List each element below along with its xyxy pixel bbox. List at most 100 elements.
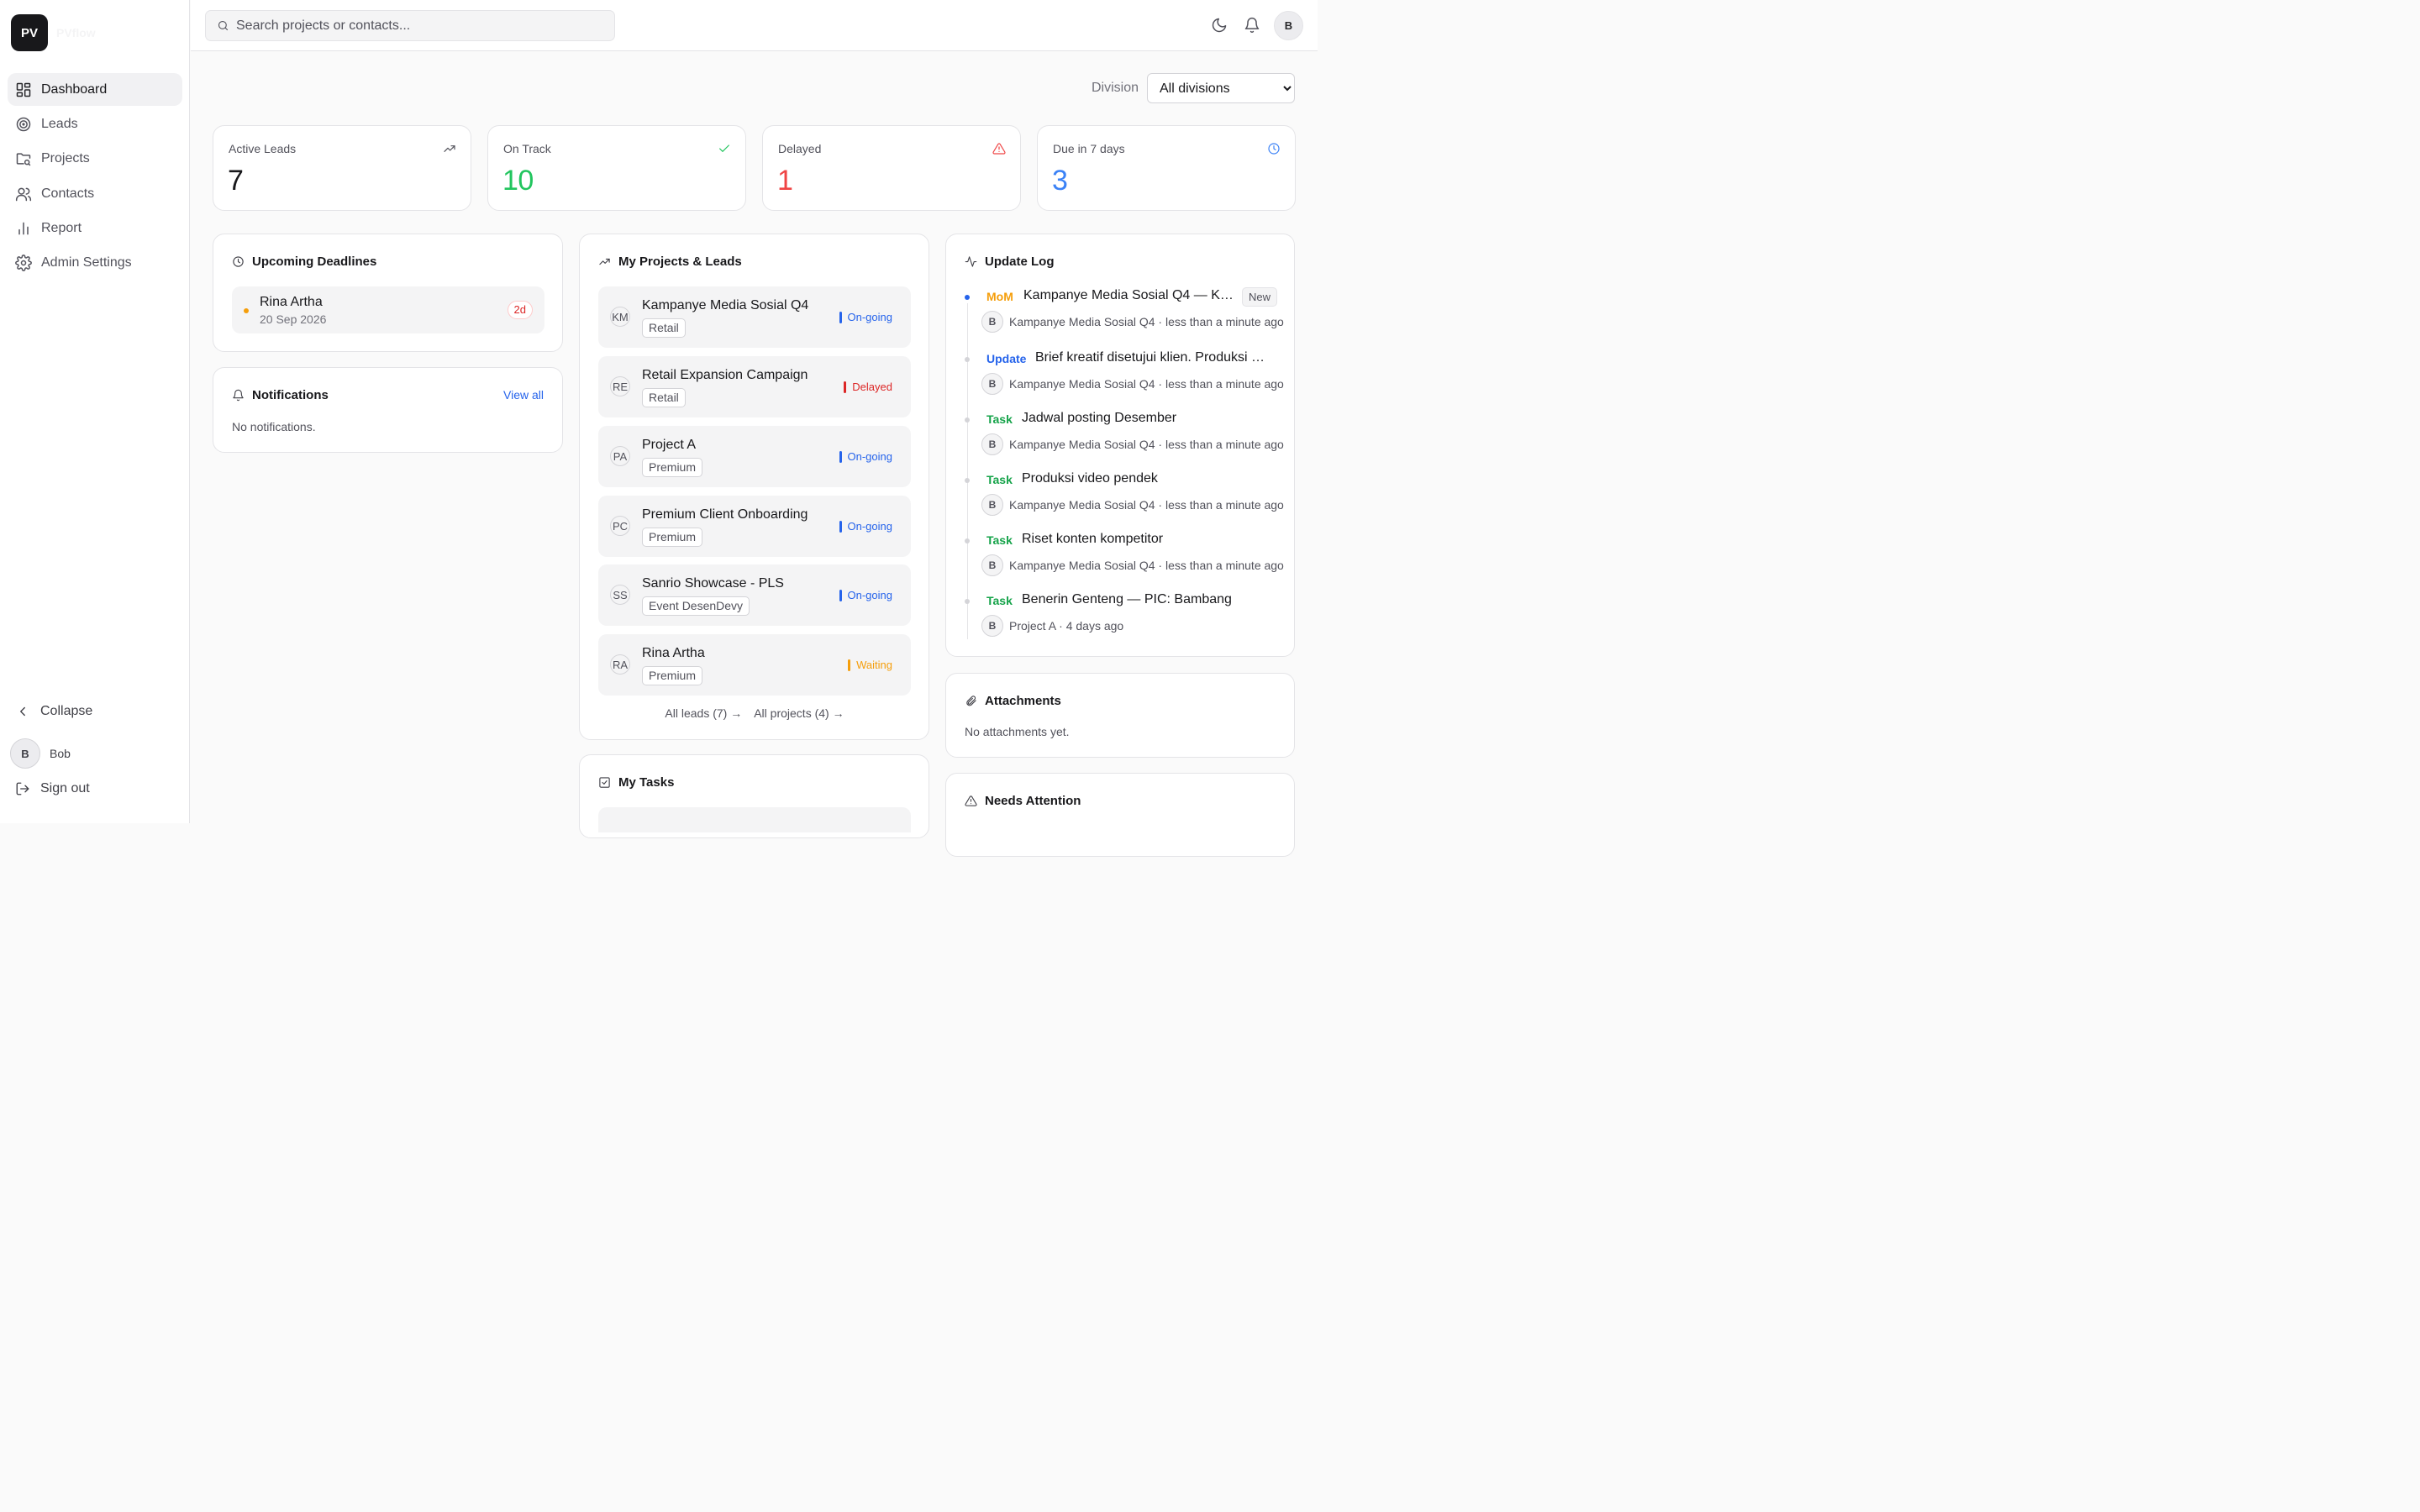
bell-icon[interactable] bbox=[1244, 17, 1260, 34]
check-icon bbox=[719, 144, 729, 152]
timeline-dot bbox=[965, 599, 970, 604]
status-text: On-going bbox=[847, 520, 892, 533]
log-title: Produksi video pendek bbox=[1022, 471, 1158, 486]
project-avatar: RA bbox=[610, 654, 630, 675]
log-meta: Kampanye Media Sosial Q4 · less than a m… bbox=[1009, 377, 1284, 391]
log-entry[interactable]: Task Riset konten kompetitor B Kampanye … bbox=[965, 532, 1284, 584]
log-title: Benerin Genteng — PIC: Bambang bbox=[1022, 592, 1232, 606]
project-avatar: PC bbox=[610, 516, 630, 536]
project-item[interactable]: SS Sanrio Showcase - PLS Event DesenDevy… bbox=[598, 564, 911, 626]
project-name: Project A bbox=[642, 438, 697, 452]
brand-logo: PV bbox=[11, 14, 48, 51]
avatar: B bbox=[981, 494, 1003, 516]
project-avatar: KM bbox=[610, 307, 630, 327]
project-item[interactable]: RE Retail Expansion Campaign Retail Dela… bbox=[598, 356, 911, 417]
project-tag: Event DesenDevy bbox=[642, 596, 750, 616]
sidebar-item-leads[interactable]: Leads bbox=[8, 108, 182, 140]
log-meta: Kampanye Media Sosial Q4 · less than a m… bbox=[1009, 498, 1284, 512]
moon-icon[interactable] bbox=[1211, 17, 1228, 34]
project-avatar: PA bbox=[610, 446, 630, 466]
alert-triangle-icon bbox=[992, 143, 1006, 155]
log-meta: Kampanye Media Sosial Q4 · less than a m… bbox=[1009, 438, 1284, 451]
brand[interactable]: PV PVflow bbox=[11, 14, 96, 51]
sign-out-label: Sign out bbox=[40, 781, 90, 795]
project-tag: Premium bbox=[642, 666, 703, 685]
stat-card-active-leads: Active Leads 7 bbox=[213, 125, 471, 211]
search-icon bbox=[218, 20, 229, 31]
status-dot bbox=[244, 308, 249, 313]
task-item[interactable] bbox=[598, 807, 911, 832]
user-profile[interactable]: B Bob bbox=[10, 738, 71, 769]
avatar[interactable]: B bbox=[1274, 11, 1303, 40]
sidebar-item-dashboard[interactable]: Dashboard bbox=[8, 73, 182, 106]
project-name: Premium Client Onboarding bbox=[642, 507, 808, 522]
view-all-link[interactable]: View all bbox=[503, 388, 544, 402]
avatar: B bbox=[10, 738, 40, 769]
stat-value: 10 bbox=[502, 165, 534, 197]
log-entry[interactable]: Task Benerin Genteng — PIC: Bambang B Pr… bbox=[965, 592, 1284, 644]
search-input[interactable] bbox=[236, 18, 597, 34]
clock-icon bbox=[233, 256, 244, 267]
project-name: Sanrio Showcase - PLS bbox=[642, 576, 784, 591]
new-badge: New bbox=[1242, 287, 1278, 307]
project-avatar: SS bbox=[610, 585, 630, 605]
log-entry[interactable]: Task Jadwal posting Desember B Kampanye … bbox=[965, 411, 1284, 463]
stat-label: Delayed bbox=[778, 142, 822, 155]
status-text: Delayed bbox=[852, 381, 892, 393]
deadline-date: 20 Sep 2026 bbox=[260, 312, 327, 326]
card-title-text: Needs Attention bbox=[985, 794, 1081, 808]
folder-icon bbox=[16, 153, 31, 166]
log-kind: Task bbox=[986, 594, 1013, 607]
division-select[interactable]: All divisions bbox=[1147, 73, 1295, 103]
log-entry[interactable]: Task Produksi video pendek B Kampanye Me… bbox=[965, 471, 1284, 523]
stat-value: 3 bbox=[1052, 165, 1068, 197]
sidebar-item-report[interactable]: Report bbox=[8, 213, 182, 245]
project-item[interactable]: RA Rina Artha Premium Waiting bbox=[598, 634, 911, 696]
status-text: On-going bbox=[847, 311, 892, 323]
project-item[interactable]: PA Project A Premium On-going bbox=[598, 426, 911, 487]
sidebar-item-label: Dashboard bbox=[41, 81, 108, 97]
deadline-item[interactable]: Rina Artha 20 Sep 2026 2d bbox=[232, 286, 544, 333]
log-out-icon bbox=[16, 782, 29, 795]
card-title: Attachments bbox=[965, 694, 1061, 708]
sidebar-nav: Dashboard Leads Projects Contacts Report… bbox=[8, 73, 182, 281]
project-item[interactable]: KM Kampanye Media Sosial Q4 Retail On-go… bbox=[598, 286, 911, 348]
card-title-text: Update Log bbox=[985, 255, 1055, 269]
trending-up-icon bbox=[444, 145, 455, 152]
search-box[interactable] bbox=[205, 10, 615, 41]
sidebar: PV PVflow Dashboard Leads Projects Conta… bbox=[0, 0, 190, 823]
status-bar bbox=[839, 311, 842, 323]
status-bar bbox=[848, 659, 851, 671]
all-projects-link[interactable]: All projects (4) → bbox=[754, 706, 844, 720]
checkbox-icon bbox=[599, 777, 610, 788]
sidebar-item-contacts[interactable]: Contacts bbox=[8, 177, 182, 210]
sidebar-item-admin-settings[interactable]: Admin Settings bbox=[8, 247, 182, 280]
all-leads-link[interactable]: All leads (7) → bbox=[665, 706, 742, 720]
sign-out-button[interactable]: Sign out bbox=[15, 781, 90, 796]
stat-label: On Track bbox=[503, 142, 551, 155]
log-entry[interactable]: MoM Kampanye Media Sosial Q4 — Kick-off … bbox=[965, 287, 1284, 340]
card-title: Update Log bbox=[965, 255, 1055, 269]
status-bar bbox=[839, 520, 842, 533]
status-badge: On-going bbox=[839, 311, 892, 323]
project-item[interactable]: PC Premium Client Onboarding Premium On-… bbox=[598, 496, 911, 557]
status-text: On-going bbox=[847, 450, 892, 463]
log-entry[interactable]: Update Brief kreatif disetujui klien. Pr… bbox=[965, 350, 1284, 402]
sidebar-item-label: Leads bbox=[41, 116, 78, 131]
sidebar-item-projects[interactable]: Projects bbox=[8, 143, 182, 176]
collapse-button[interactable]: Collapse bbox=[15, 704, 92, 719]
status-badge: On-going bbox=[839, 589, 892, 601]
card-title: Upcoming Deadlines bbox=[232, 255, 376, 269]
upcoming-deadlines-card: Upcoming Deadlines Rina Artha 20 Sep 202… bbox=[213, 234, 563, 352]
top-bar: B bbox=[191, 0, 1318, 51]
log-title: Kampanye Media Sosial Q4 — Kick-off bbox=[1023, 288, 1235, 302]
card-title: My Projects & Leads bbox=[598, 255, 742, 269]
bell-icon bbox=[233, 389, 244, 402]
log-meta: Kampanye Media Sosial Q4 · less than a m… bbox=[1009, 559, 1284, 572]
needs-attention-card: Needs Attention bbox=[945, 773, 1295, 857]
log-kind: Update bbox=[986, 352, 1027, 365]
status-bar bbox=[839, 450, 842, 463]
alert-triangle-icon bbox=[965, 795, 977, 806]
avatar: B bbox=[981, 615, 1003, 637]
timeline-dot bbox=[965, 417, 970, 423]
